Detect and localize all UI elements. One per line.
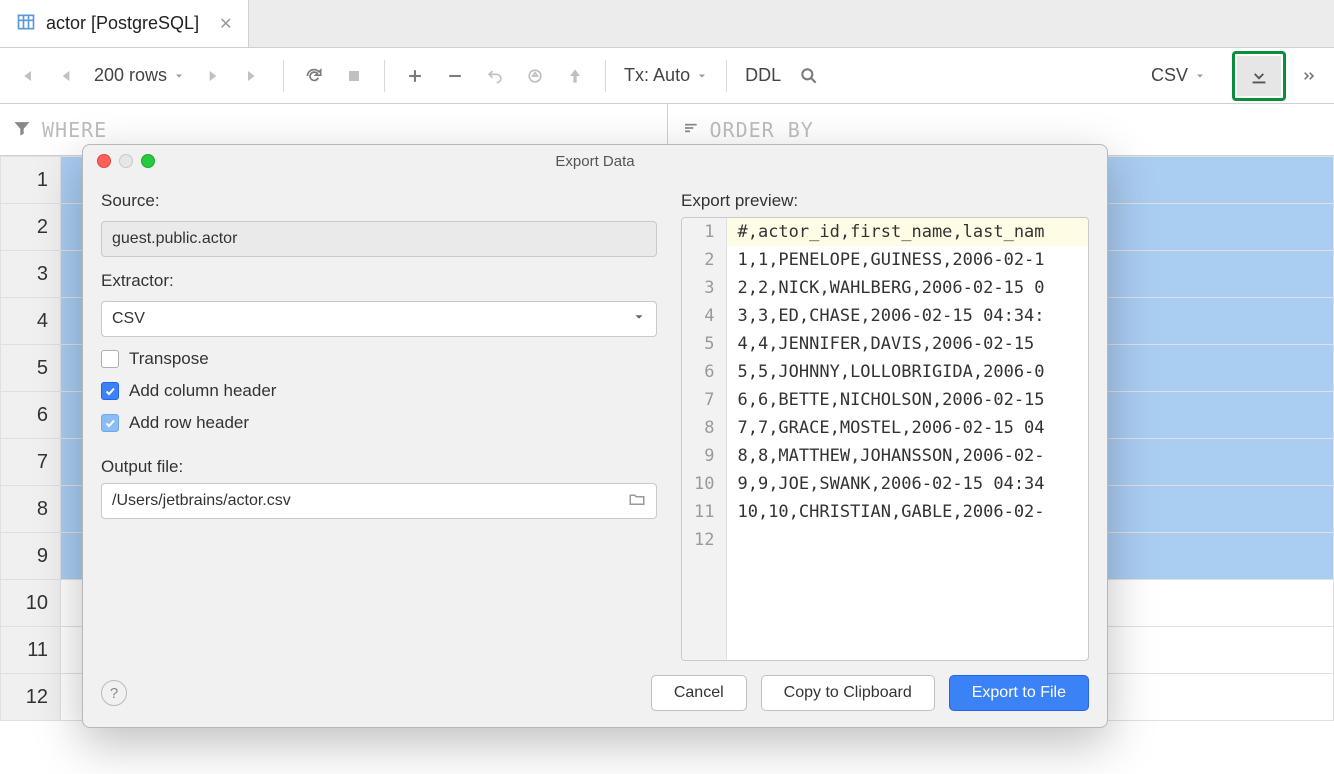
- first-page-icon[interactable]: [8, 58, 44, 94]
- stop-icon[interactable]: [336, 58, 372, 94]
- tx-dropdown[interactable]: Tx: Auto: [618, 65, 714, 86]
- filter-icon: [12, 118, 32, 142]
- export-data-dialog: Export Data Source: guest.public.actor E…: [82, 144, 1108, 728]
- revert-icon[interactable]: [477, 58, 513, 94]
- checkbox-checked-icon: [101, 382, 119, 400]
- search-icon[interactable]: [791, 58, 827, 94]
- window-zoom-icon[interactable]: [141, 154, 155, 168]
- ddl-button[interactable]: DDL: [739, 65, 787, 86]
- next-page-icon[interactable]: [195, 58, 231, 94]
- transpose-checkbox[interactable]: Transpose: [101, 349, 657, 369]
- table-icon: [16, 12, 36, 36]
- extractor-label: Extractor:: [101, 271, 657, 291]
- more-icon[interactable]: [1290, 58, 1326, 94]
- checkbox-icon: [101, 350, 119, 368]
- download-button-highlight: [1232, 51, 1286, 101]
- tab-title: actor [PostgreSQL]: [46, 13, 199, 34]
- remove-row-icon[interactable]: [437, 58, 473, 94]
- output-file-label: Output file:: [101, 457, 657, 477]
- preview-label: Export preview:: [681, 191, 1089, 211]
- add-row-icon[interactable]: [397, 58, 433, 94]
- refresh-icon[interactable]: [296, 58, 332, 94]
- window-minimize-icon: [119, 154, 133, 168]
- window-close-icon[interactable]: [97, 154, 111, 168]
- help-button[interactable]: ?: [101, 680, 127, 706]
- last-page-icon[interactable]: [235, 58, 271, 94]
- submit-icon[interactable]: [557, 58, 593, 94]
- close-icon[interactable]: ✕: [219, 14, 232, 34]
- tab-actor[interactable]: actor [PostgreSQL] ✕: [0, 0, 249, 47]
- add-column-header-checkbox[interactable]: Add column header: [101, 381, 657, 401]
- source-label: Source:: [101, 191, 657, 211]
- cancel-button[interactable]: Cancel: [651, 675, 747, 711]
- toolbar: 200 rows Tx: Auto DDL CSV: [0, 48, 1334, 104]
- add-row-header-checkbox[interactable]: Add row header: [101, 413, 657, 433]
- export-preview: 123456789101112 #,actor_id,first_name,la…: [681, 217, 1089, 661]
- checkbox-checked-icon: [101, 414, 119, 432]
- extractor-select[interactable]: CSV: [101, 301, 657, 337]
- rows-dropdown[interactable]: 200 rows: [88, 65, 191, 86]
- sort-icon: [680, 118, 700, 142]
- source-field: guest.public.actor: [101, 221, 657, 257]
- output-file-field[interactable]: /Users/jetbrains/actor.csv: [101, 483, 657, 519]
- folder-icon[interactable]: [628, 490, 646, 513]
- dialog-title: Export Data: [555, 153, 634, 170]
- prev-page-icon[interactable]: [48, 58, 84, 94]
- chevron-down-icon: [632, 310, 646, 329]
- copy-clipboard-button[interactable]: Copy to Clipboard: [761, 675, 935, 711]
- download-icon[interactable]: [1237, 56, 1281, 96]
- commit-icon[interactable]: [517, 58, 553, 94]
- format-dropdown[interactable]: CSV: [1145, 65, 1212, 86]
- export-file-button[interactable]: Export to File: [949, 675, 1089, 711]
